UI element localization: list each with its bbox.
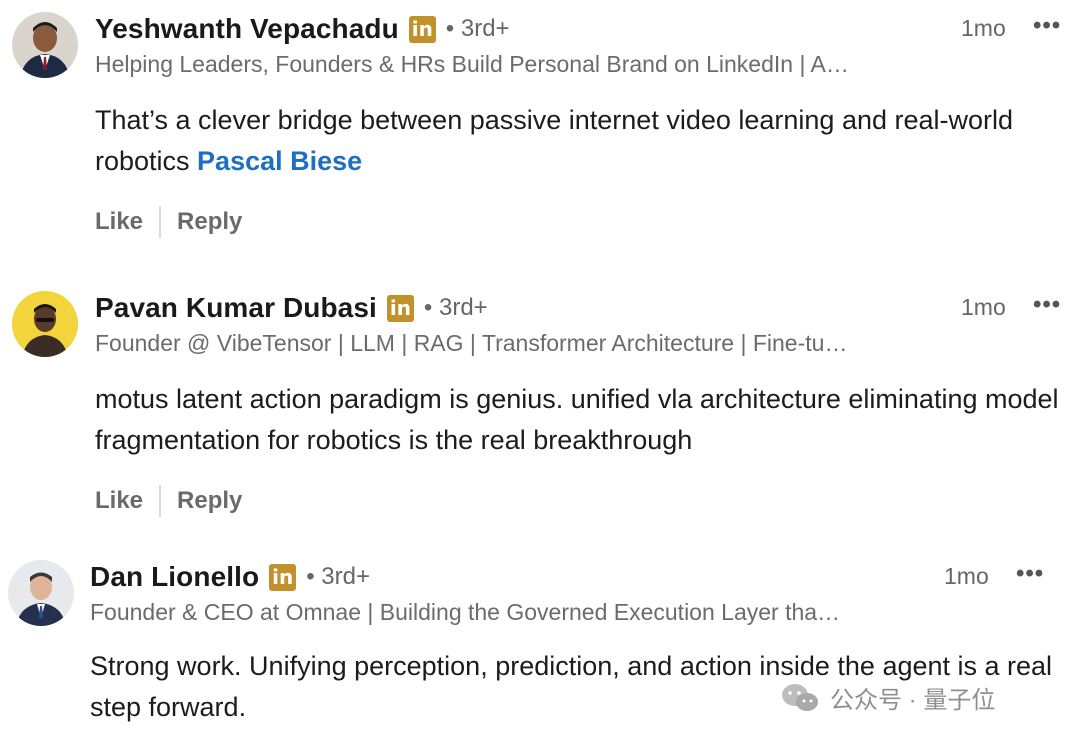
comment-actions: Like Reply: [95, 485, 242, 517]
author-headline: Helping Leaders, Founders & HRs Build Pe…: [95, 51, 849, 77]
author-row: Yeshwanth Vepachadu in • 3rd+: [95, 13, 510, 45]
connection-degree: • 3rd+: [445, 15, 510, 42]
author-name[interactable]: Pavan Kumar Dubasi: [95, 292, 377, 324]
wechat-icon: [782, 683, 818, 711]
author-row: Dan Lionello in • 3rd+: [90, 561, 370, 593]
more-options-icon[interactable]: •••: [1033, 291, 1061, 319]
timestamp: 1mo: [944, 563, 989, 589]
author-name[interactable]: Dan Lionello: [90, 561, 259, 593]
mention-link[interactable]: Pascal Biese: [197, 146, 362, 176]
reply-button[interactable]: Reply: [177, 487, 242, 515]
author-row: Pavan Kumar Dubasi in • 3rd+: [95, 292, 488, 324]
reply-button[interactable]: Reply: [177, 208, 242, 236]
watermark-text: 公众号 · 量子位: [830, 687, 996, 714]
timestamp: 1mo: [961, 15, 1006, 41]
avatar[interactable]: [12, 12, 78, 78]
author-headline: Founder & CEO at Omnae | Building the Go…: [90, 599, 841, 625]
avatar[interactable]: [12, 291, 78, 357]
like-button[interactable]: Like: [95, 487, 143, 515]
linkedin-icon: in: [386, 294, 414, 322]
comment-text: motus latent action paradigm is genius. …: [95, 384, 1059, 455]
comment-actions: Like Reply: [95, 206, 242, 238]
watermark: 公众号 · 量子位: [780, 680, 995, 715]
more-options-icon[interactable]: •••: [1016, 560, 1044, 588]
divider: [159, 485, 162, 517]
more-options-icon[interactable]: •••: [1033, 12, 1061, 40]
author-name[interactable]: Yeshwanth Vepachadu: [95, 13, 399, 45]
linkedin-icon: in: [269, 563, 297, 591]
timestamp: 1mo: [961, 294, 1006, 320]
linkedin-icon: in: [408, 15, 436, 43]
connection-degree: • 3rd+: [423, 294, 488, 321]
divider: [159, 206, 162, 238]
author-headline: Founder @ VibeTensor | LLM | RAG | Trans…: [95, 330, 848, 356]
connection-degree: • 3rd+: [306, 563, 370, 590]
like-button[interactable]: Like: [95, 208, 143, 236]
comment-text: That’s a clever bridge between passive i…: [95, 100, 1055, 182]
avatar[interactable]: [8, 560, 74, 626]
